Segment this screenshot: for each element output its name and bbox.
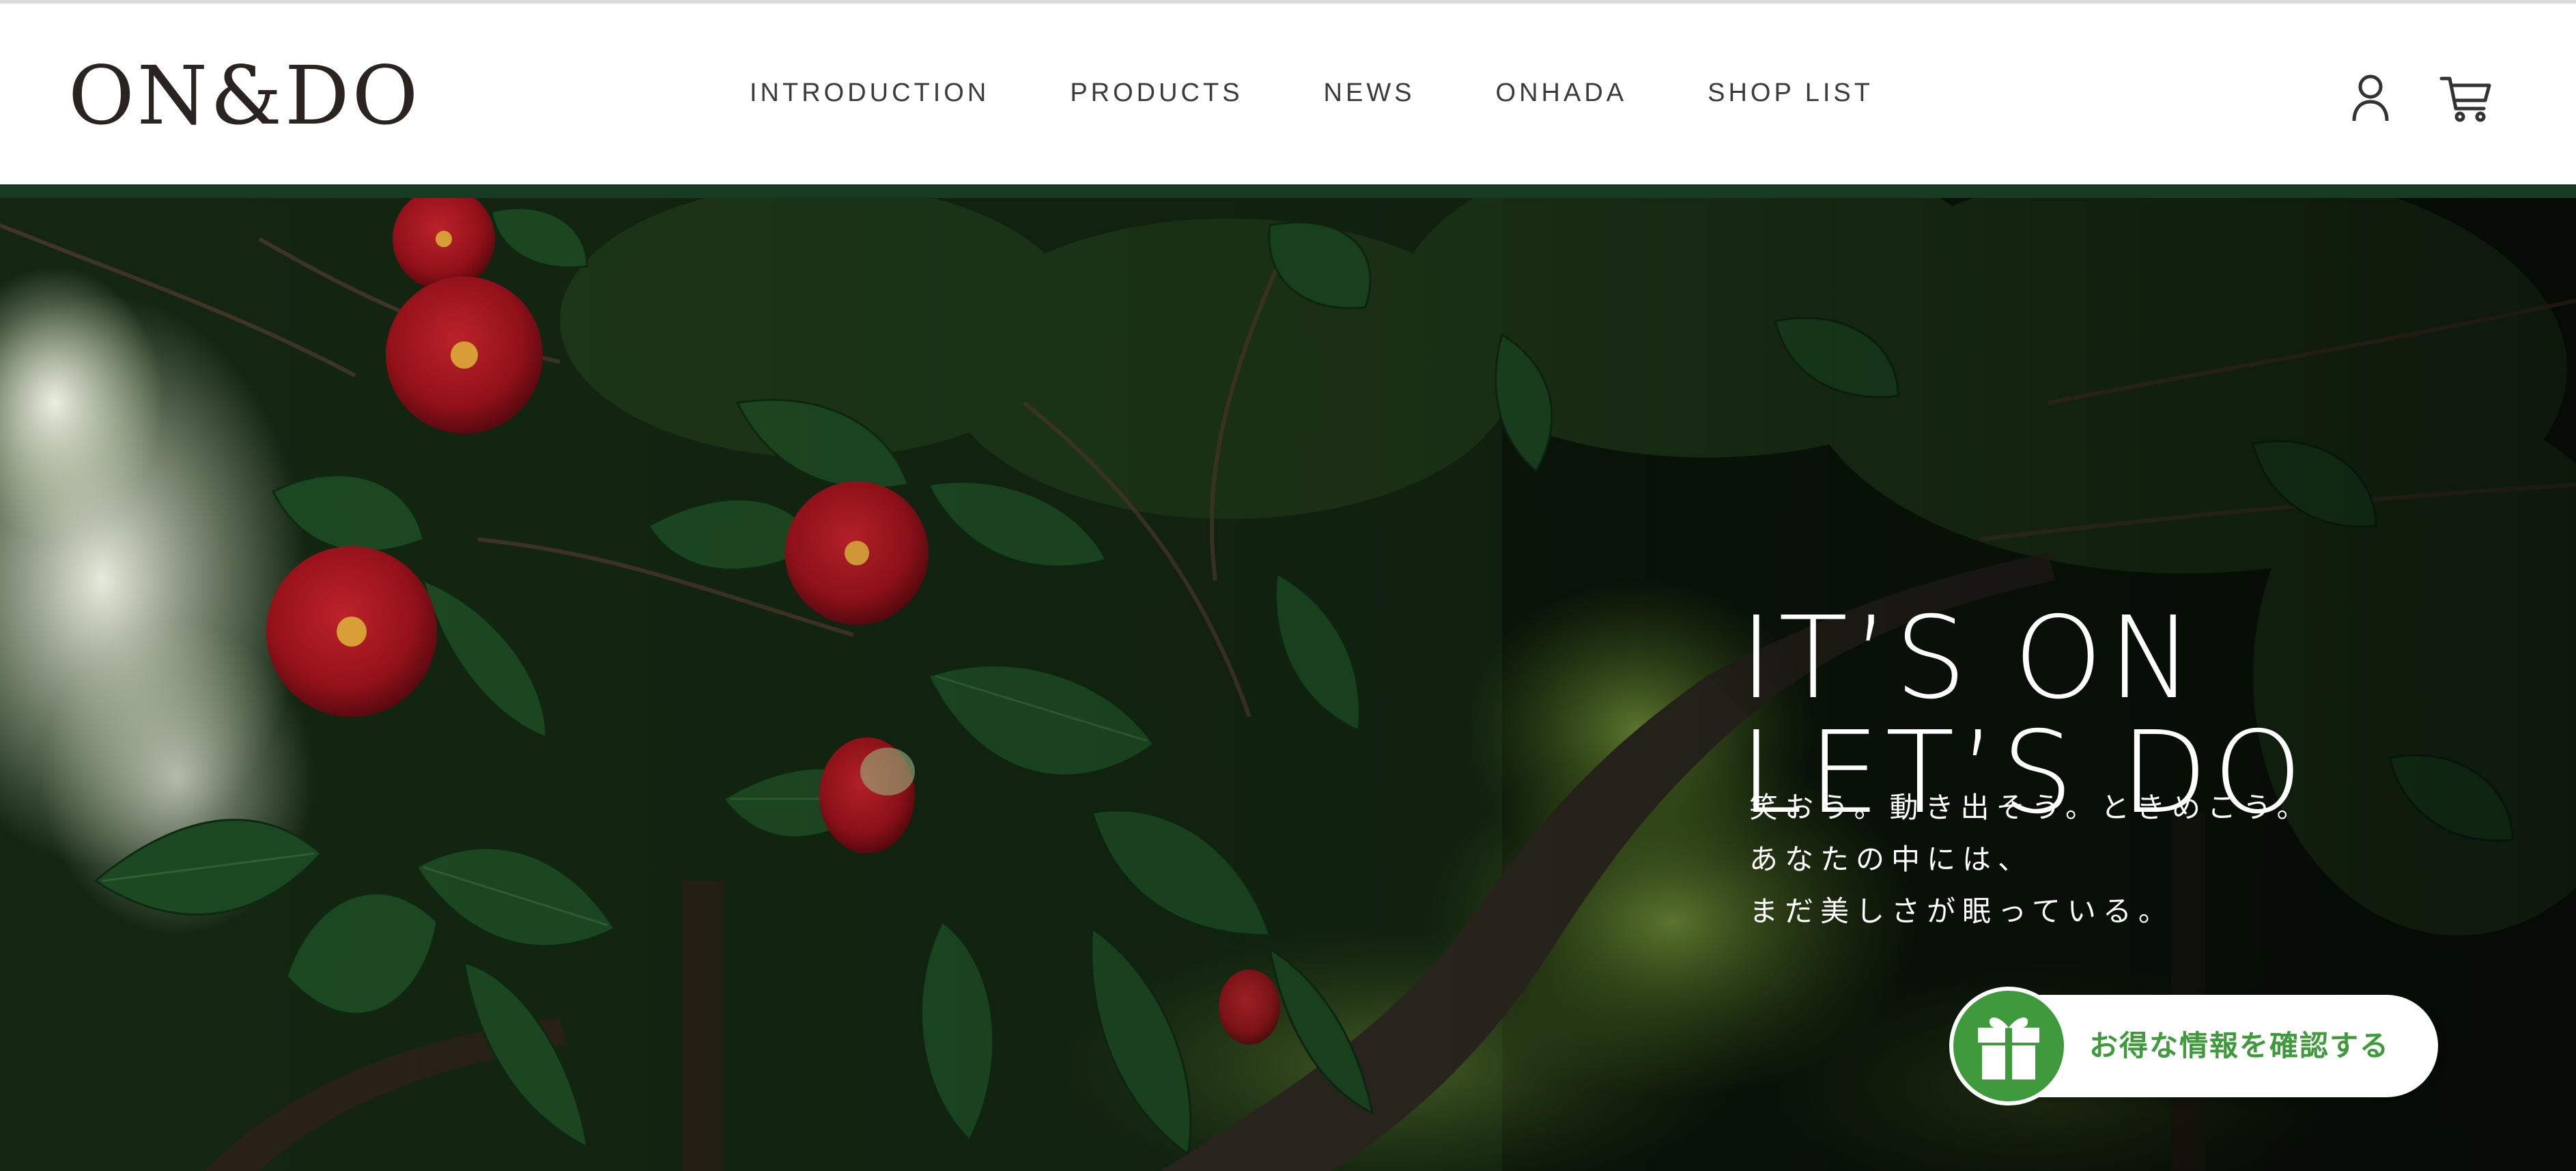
headline-line-1: IT’S ON	[1740, 593, 2199, 725]
site-header: ON&DO INTRODUCTION PRODUCTS NEWS ONHADA …	[0, 0, 2576, 184]
nav-news[interactable]: NEWS	[1324, 79, 1415, 108]
promo-info-button[interactable]: お得な情報を確認する	[1949, 987, 2438, 1105]
promo-label[interactable]: お得な情報を確認する	[2089, 995, 2390, 1097]
tagline-line-3: まだ美しさが眠っている。	[1749, 894, 2174, 928]
cart-icon[interactable]	[2439, 70, 2493, 125]
nav-products[interactable]: PRODUCTS	[1070, 79, 1243, 108]
nav-introduction[interactable]: INTRODUCTION	[750, 79, 989, 108]
hero-banner: IT’S ON LET’S DO 笑おう。動き出そう。ときめこう。 あなたの中に…	[0, 198, 2576, 1171]
brand-logo[interactable]: ON&DO	[68, 48, 421, 143]
gift-icon	[1978, 1017, 2039, 1080]
main-nav: INTRODUCTION PRODUCTS NEWS ONHADA SHOP L…	[750, 79, 1873, 108]
header-accent-strip	[0, 184, 2576, 198]
tagline-line-1: 笑おう。動き出そう。ときめこう。	[1749, 791, 2312, 824]
nav-shop-list[interactable]: SHOP LIST	[1708, 79, 1873, 108]
account-icon[interactable]	[2343, 70, 2398, 125]
hero-tagline: 笑おう。動き出そう。ときめこう。 あなたの中には、 まだ美しさが眠っている。	[1749, 782, 2312, 937]
promo-icon-badge[interactable]	[1949, 987, 2068, 1105]
page: ON&DO INTRODUCTION PRODUCTS NEWS ONHADA …	[0, 0, 2576, 1171]
tagline-line-2: あなたの中には、	[1749, 843, 2034, 876]
nav-onhada[interactable]: ONHADA	[1496, 79, 1628, 108]
